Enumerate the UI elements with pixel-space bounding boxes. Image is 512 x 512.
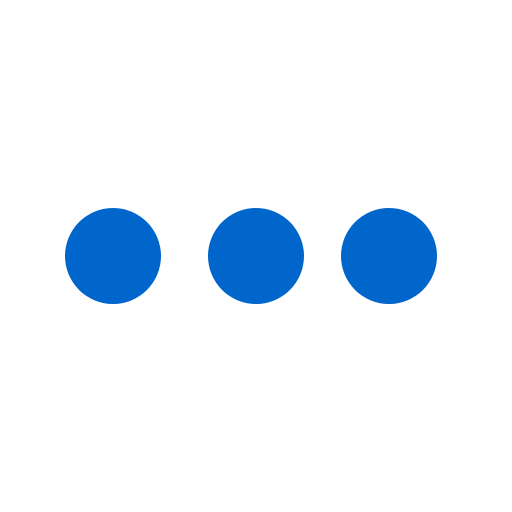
dot-middle [208, 208, 304, 304]
dot-right [341, 208, 437, 304]
icon-canvas [0, 0, 512, 512]
more-horizontal-icon [65, 208, 437, 304]
more-options-button[interactable] [0, 0, 512, 512]
dot-left [65, 208, 161, 304]
